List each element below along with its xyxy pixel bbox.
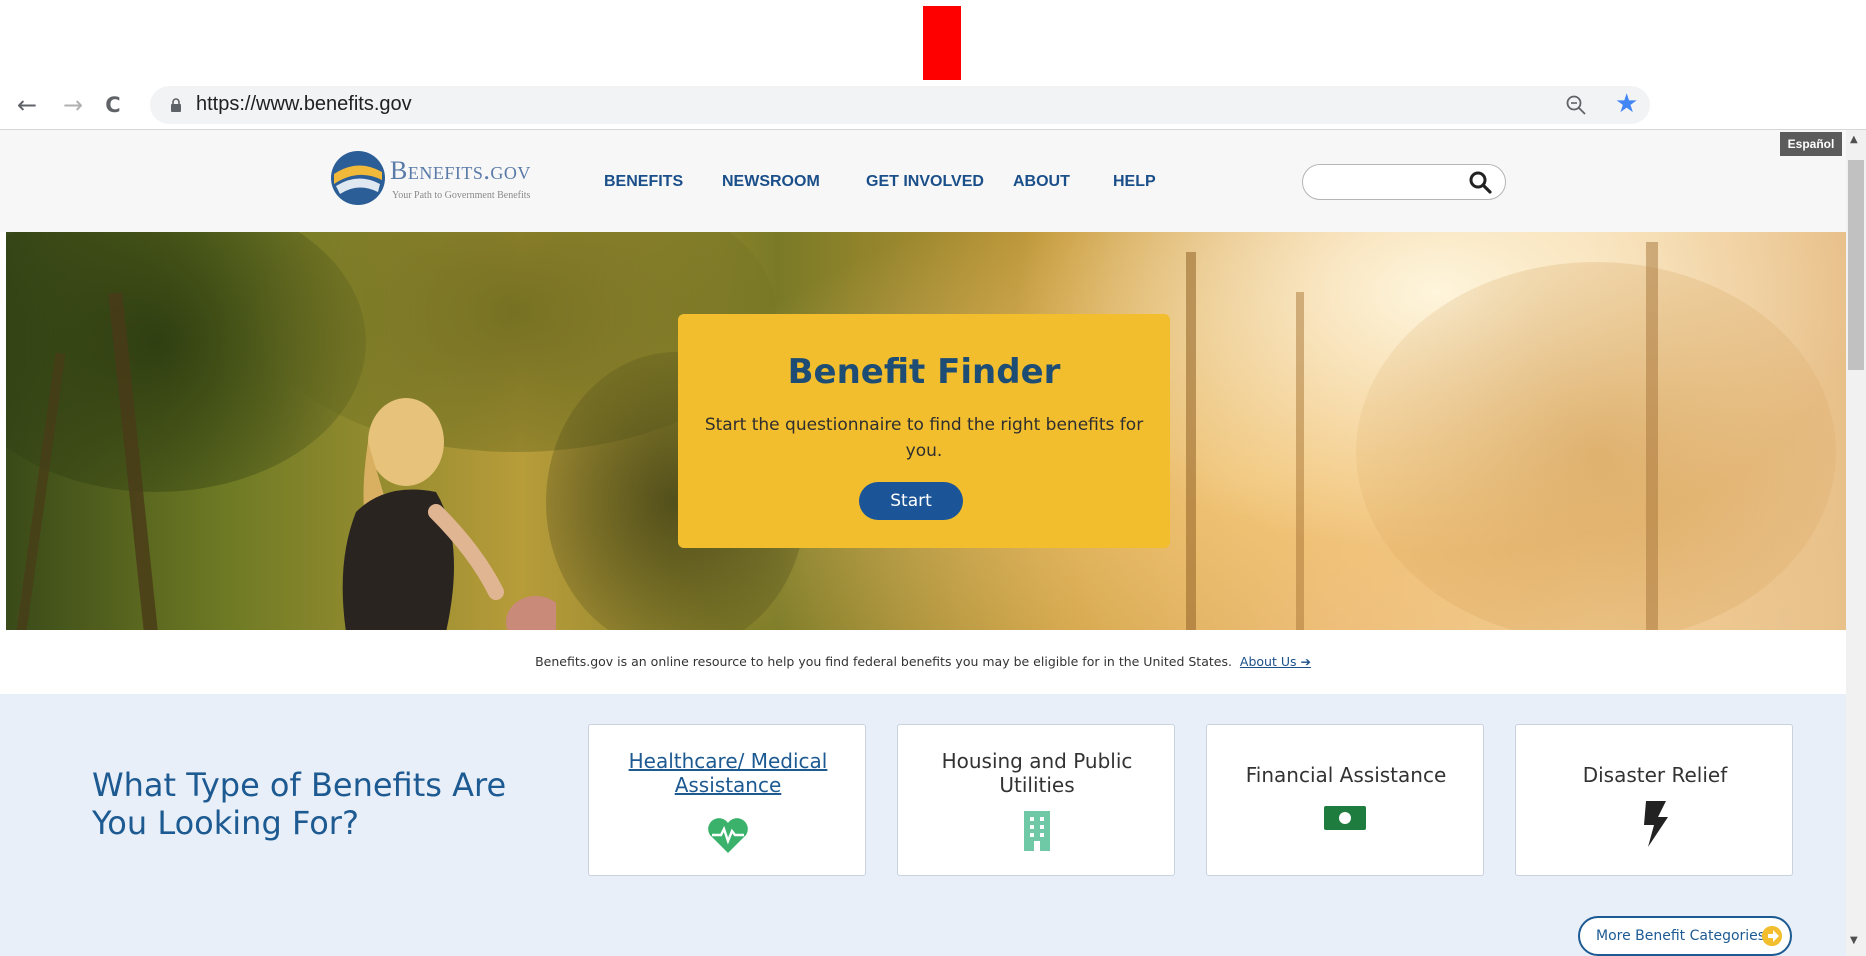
category-card-financial[interactable]: Financial Assistance: [1206, 724, 1484, 876]
heart-pulse-icon: [708, 818, 748, 853]
url-text[interactable]: https://www.benefits.gov: [196, 93, 412, 116]
start-button[interactable]: Start: [859, 482, 963, 520]
lock-icon: [171, 98, 181, 112]
intro-sentence: Benefits.gov is an online resource to he…: [535, 654, 1232, 669]
about-us-link[interactable]: About Us ➔: [1240, 654, 1311, 669]
intro-text: Benefits.gov is an online resource to he…: [0, 654, 1846, 669]
logo-title: Benefits.gov: [390, 156, 531, 185]
category-card-healthcare[interactable]: Healthcare/ Medical Assistance: [588, 724, 866, 876]
arrow-right-icon: [1762, 926, 1782, 946]
language-toggle[interactable]: Español: [1780, 132, 1842, 156]
back-icon[interactable]: ←: [14, 92, 40, 118]
scroll-up-icon[interactable]: ▲: [1850, 134, 1858, 145]
site-logo[interactable]: Benefits.gov Your Path to Government Ben…: [330, 150, 550, 210]
nav-about[interactable]: ABOUT: [1013, 173, 1070, 191]
building-icon: [1024, 811, 1050, 851]
search-icon[interactable]: [1468, 170, 1492, 194]
scrollbar-thumb[interactable]: [1848, 160, 1864, 370]
bookmark-star-icon[interactable]: ★: [1615, 90, 1638, 118]
scroll-down-icon[interactable]: ▼: [1850, 935, 1858, 946]
money-icon: [1324, 806, 1366, 830]
nav-benefits[interactable]: BENEFITS: [604, 173, 683, 191]
finder-title: Benefit Finder: [787, 352, 1061, 392]
hero-person-figure: [342, 398, 556, 630]
category-label-housing: Housing and Public Utilities: [941, 749, 1133, 797]
nav-get-involved[interactable]: GET INVOLVED: [866, 173, 984, 191]
benefit-finder-card: Benefit Finder Start the questionnaire t…: [678, 314, 1170, 548]
more-categories-label: More Benefit Categories: [1596, 928, 1766, 944]
nav-help[interactable]: HELP: [1113, 173, 1156, 191]
category-label-healthcare[interactable]: Healthcare/ Medical Assistance: [599, 749, 857, 797]
more-categories-button[interactable]: More Benefit Categories: [1578, 916, 1792, 956]
logo-emblem-icon: [331, 151, 385, 205]
reload-icon[interactable]: C: [100, 92, 126, 118]
category-card-housing[interactable]: Housing and Public Utilities: [897, 724, 1175, 876]
category-label-disaster: Disaster Relief: [1582, 763, 1728, 787]
browser-toolbar: ← → C https://www.benefits.gov ★: [0, 80, 1866, 130]
zoom-icon[interactable]: [1565, 94, 1587, 116]
finder-description: Start the questionnaire to find the righ…: [704, 415, 1144, 461]
category-card-disaster[interactable]: Disaster Relief: [1515, 724, 1793, 876]
forward-icon[interactable]: →: [60, 92, 86, 118]
category-label-financial: Financial Assistance: [1245, 763, 1447, 787]
lightning-icon: [1644, 801, 1668, 847]
nav-newsroom[interactable]: NEWSROOM: [722, 173, 820, 191]
categories-heading: What Type of Benefits Are You Looking Fo…: [92, 766, 507, 842]
logo-tagline: Your Path to Government Benefits: [392, 190, 531, 201]
